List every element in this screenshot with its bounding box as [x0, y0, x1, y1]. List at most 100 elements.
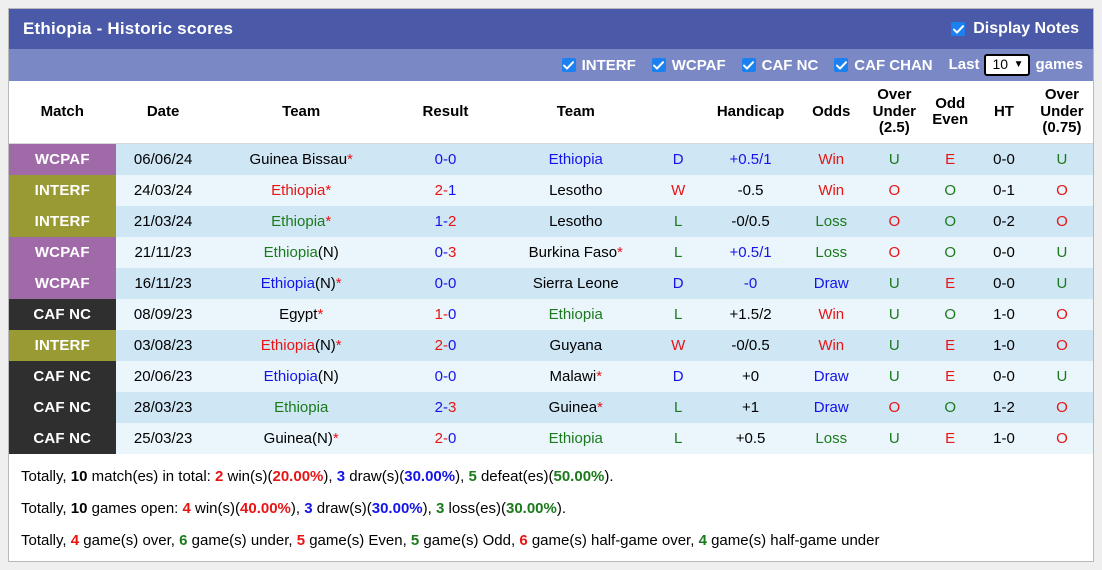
- s1-t2: match(es) in total:: [87, 467, 215, 485]
- col-header-result[interactable]: Result: [391, 81, 500, 144]
- last-games-select[interactable]: 10: [984, 54, 1031, 76]
- cell-team-home[interactable]: Ethiopia(N)*: [210, 329, 392, 361]
- cell-result[interactable]: 1-2: [391, 205, 500, 237]
- cell-competition[interactable]: INTERF: [9, 205, 116, 237]
- filter-interf-label: INTERF: [581, 56, 636, 74]
- cell-team-home[interactable]: Ethiopia*: [210, 174, 392, 206]
- cell-result[interactable]: 2-3: [391, 391, 500, 423]
- competition-badge: CAF NC: [9, 391, 116, 423]
- cell-team-home[interactable]: Ethiopia(N)*: [210, 267, 392, 299]
- cell-competition[interactable]: CAF NC: [9, 360, 116, 392]
- cell-competition[interactable]: WCPAF: [9, 143, 116, 175]
- cell-team-away[interactable]: Guyana: [499, 329, 653, 361]
- oddeven-line1: Odd: [935, 94, 966, 112]
- cell-team-home[interactable]: Ethiopia(N): [210, 360, 392, 392]
- cell-team-home[interactable]: Ethiopia(N): [210, 236, 392, 268]
- cell-halftime-score: 1-0: [977, 298, 1031, 330]
- competition-badge: CAF NC: [9, 360, 116, 392]
- s1-defeats: 5: [468, 467, 477, 485]
- filter-caf-nc[interactable]: CAF NC: [741, 57, 818, 74]
- summary-section: Totally, 10 match(es) in total: 2 win(s)…: [9, 454, 1093, 556]
- table-row[interactable]: WCPAF 16/11/23 Ethiopia(N)* 0-0 Sierra Leone…: [9, 267, 1093, 299]
- cell-team-away[interactable]: Burkina Faso*: [499, 236, 653, 268]
- cell-competition[interactable]: INTERF: [9, 329, 116, 361]
- cell-halftime-score: 1-0: [977, 422, 1031, 454]
- cell-team-away[interactable]: Lesotho: [499, 174, 653, 206]
- cell-team-home[interactable]: Guinea(N)*: [210, 422, 392, 454]
- interf-checkbox[interactable]: [561, 58, 576, 72]
- cell-result[interactable]: 2-0: [391, 329, 500, 361]
- col-header-handicap[interactable]: Handicap: [704, 81, 798, 144]
- col-header-ht[interactable]: HT: [977, 81, 1031, 144]
- col-header-team-home[interactable]: Team: [210, 81, 392, 144]
- col-header-odds[interactable]: Odds: [797, 81, 866, 144]
- historic-scores-table: Match Date Team Result Team Handicap Odd…: [9, 81, 1093, 454]
- table-row[interactable]: INTERF 03/08/23 Ethiopia(N)* 2-0 Guyana W -0/0…: [9, 329, 1093, 361]
- display-notes-toggle[interactable]: Display Notes: [951, 20, 1079, 38]
- score-away: 2: [447, 212, 457, 230]
- col-header-over-under-075[interactable]: Over Under (0.75): [1030, 81, 1093, 144]
- filter-wcpaf[interactable]: WCPAF: [651, 57, 726, 74]
- cell-odds-result: Win: [797, 329, 866, 361]
- cell-result[interactable]: 0-0: [391, 143, 500, 175]
- table-row[interactable]: INTERF 24/03/24 Ethiopia* 2-1 Lesotho W -0.5 Wi…: [9, 174, 1093, 206]
- display-notes-checkbox[interactable]: [951, 22, 966, 36]
- cell-team-home[interactable]: Ethiopia: [210, 391, 392, 423]
- cell-team-away[interactable]: Malawi*: [499, 360, 653, 392]
- col-header-date[interactable]: Date: [115, 81, 211, 144]
- neutral-star-icon: *: [596, 367, 603, 385]
- table-row[interactable]: WCPAF 21/11/23 Ethiopia(N) 0-3 Burkina Faso*…: [9, 236, 1093, 268]
- s2-total: 10: [70, 499, 88, 517]
- cell-result[interactable]: 2-1: [391, 174, 500, 206]
- cell-over-under-075: O: [1030, 329, 1093, 361]
- col-header-odd-even[interactable]: Odd Even: [923, 81, 978, 144]
- table-row[interactable]: CAF NC 28/03/23 Ethiopia 2-3 Guinea* L +1 Draw O…: [9, 391, 1093, 423]
- cell-team-home[interactable]: Guinea Bissau*: [210, 143, 392, 175]
- cell-competition[interactable]: CAF NC: [9, 298, 116, 330]
- cell-competition[interactable]: WCPAF: [9, 267, 116, 299]
- table-row[interactable]: CAF NC 08/09/23 Egypt* 1-0 Ethiopia L +1.5/2 Wi…: [9, 298, 1093, 330]
- col-header-match[interactable]: Match: [9, 81, 116, 144]
- team-home-name: Ethiopia: [260, 336, 315, 354]
- last-games-select-wrap[interactable]: 10 ▼: [984, 54, 1031, 76]
- wcpaf-checkbox[interactable]: [651, 58, 666, 72]
- table-row[interactable]: INTERF 21/03/24 Ethiopia* 1-2 Lesotho L -0/0.5…: [9, 205, 1093, 237]
- table-row[interactable]: CAF NC 20/06/23 Ethiopia(N) 0-0 Malawi* D +0 Dr…: [9, 360, 1093, 392]
- cell-team-away[interactable]: Sierra Leone: [499, 267, 653, 299]
- s3-over: 4: [70, 531, 80, 549]
- caf-nc-checkbox[interactable]: [741, 58, 756, 72]
- cell-team-away[interactable]: Ethiopia: [499, 143, 653, 175]
- cell-odds-result: Draw: [797, 360, 866, 392]
- team-home-venue: (N): [314, 274, 336, 292]
- team-home-venue: (N): [312, 429, 333, 447]
- cell-team-away[interactable]: Ethiopia: [499, 422, 653, 454]
- score-home: 2: [434, 398, 443, 416]
- cell-date: 20/06/23: [115, 360, 211, 392]
- cell-halftime-score: 1-0: [977, 329, 1031, 361]
- cell-result[interactable]: 0-0: [391, 360, 500, 392]
- filter-caf-chan[interactable]: CAF CHAN: [834, 57, 933, 74]
- cell-result[interactable]: 0-3: [391, 236, 500, 268]
- cell-team-home[interactable]: Ethiopia*: [210, 205, 392, 237]
- table-row[interactable]: WCPAF 06/06/24 Guinea Bissau* 0-0 Ethiopia D +…: [9, 143, 1093, 175]
- s2-draws: 3: [304, 499, 313, 517]
- cell-competition[interactable]: INTERF: [9, 174, 116, 206]
- cell-team-away[interactable]: Ethiopia: [499, 298, 653, 330]
- cell-result[interactable]: 2-0: [391, 422, 500, 454]
- cell-handicap: -0/0.5: [704, 329, 798, 361]
- cell-team-away[interactable]: Guinea*: [499, 391, 653, 423]
- cell-competition[interactable]: CAF NC: [9, 391, 116, 423]
- col-header-over-under-25[interactable]: Over Under (2.5): [865, 81, 924, 144]
- table-row[interactable]: CAF NC 25/03/23 Guinea(N)* 2-0 Ethiopia L +0.5…: [9, 422, 1093, 454]
- cell-competition[interactable]: CAF NC: [9, 422, 116, 454]
- cell-competition[interactable]: WCPAF: [9, 236, 116, 268]
- col-header-team-away[interactable]: Team: [499, 81, 653, 144]
- s1-win-pct: 20.00%: [272, 467, 324, 485]
- caf-chan-checkbox[interactable]: [834, 58, 849, 72]
- cell-team-home[interactable]: Egypt*: [210, 298, 392, 330]
- cell-result[interactable]: 1-0: [391, 298, 500, 330]
- cell-team-away[interactable]: Lesotho: [499, 205, 653, 237]
- cell-odds-result: Loss: [797, 422, 866, 454]
- cell-result[interactable]: 0-0: [391, 267, 500, 299]
- filter-interf[interactable]: INTERF: [561, 56, 636, 74]
